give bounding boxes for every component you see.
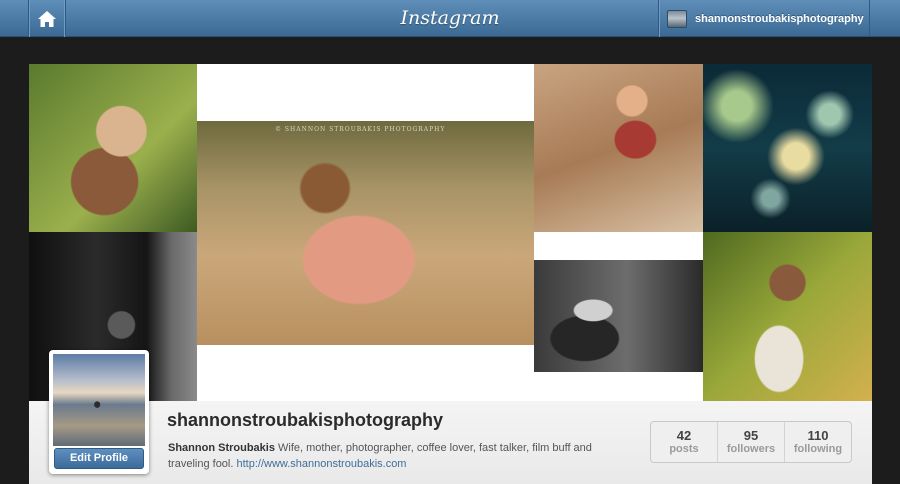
user-avatar-thumb [667, 9, 687, 28]
stat-following[interactable]: 110 following [785, 422, 851, 462]
photo-tile[interactable] [703, 232, 872, 401]
photo-tile[interactable] [29, 64, 197, 232]
profile-website-link[interactable]: http://www.shannonstroubakis.com [237, 458, 407, 470]
profile-username: shannonstroubakisphotography [167, 410, 444, 430]
stat-followers[interactable]: 95 followers [718, 422, 785, 462]
top-bar: Instagram shannonstroubakisphotography [0, 0, 900, 37]
instagram-logo[interactable]: Instagram [395, 5, 505, 33]
stat-value: 95 [743, 428, 759, 443]
profile-bio: Shannon Stroubakis Wife, mother, photogr… [168, 440, 628, 472]
photo-tile[interactable] [534, 64, 703, 232]
stat-label: following [793, 443, 843, 455]
profile-avatar-card: Edit Profile [49, 350, 149, 474]
stat-label: posts [669, 443, 699, 455]
profile-stats: 42 posts 95 followers 110 following [650, 421, 852, 463]
home-icon [38, 10, 56, 27]
photo-watermark: © SHANNON STROUBAKIS PHOTOGRAPHY [275, 126, 446, 133]
photo-tile[interactable] [534, 260, 703, 372]
stat-value: 42 [676, 428, 692, 443]
profile-avatar[interactable] [53, 354, 145, 446]
stat-value: 110 [807, 428, 829, 443]
photo-tile[interactable] [703, 64, 872, 232]
edit-profile-button[interactable]: Edit Profile [54, 448, 144, 469]
stat-posts[interactable]: 42 posts [651, 422, 718, 462]
header-username: shannonstroubakisphotography [695, 12, 864, 25]
photo-grid: © SHANNON STROUBAKIS PHOTOGRAPHY [29, 64, 872, 401]
stat-label: followers [726, 443, 776, 455]
profile-full-name: Shannon Stroubakis [168, 442, 275, 454]
user-menu-button[interactable]: shannonstroubakisphotography [658, 0, 870, 37]
photo-tile-featured[interactable]: © SHANNON STROUBAKIS PHOTOGRAPHY [197, 121, 534, 345]
home-button[interactable] [28, 0, 66, 37]
